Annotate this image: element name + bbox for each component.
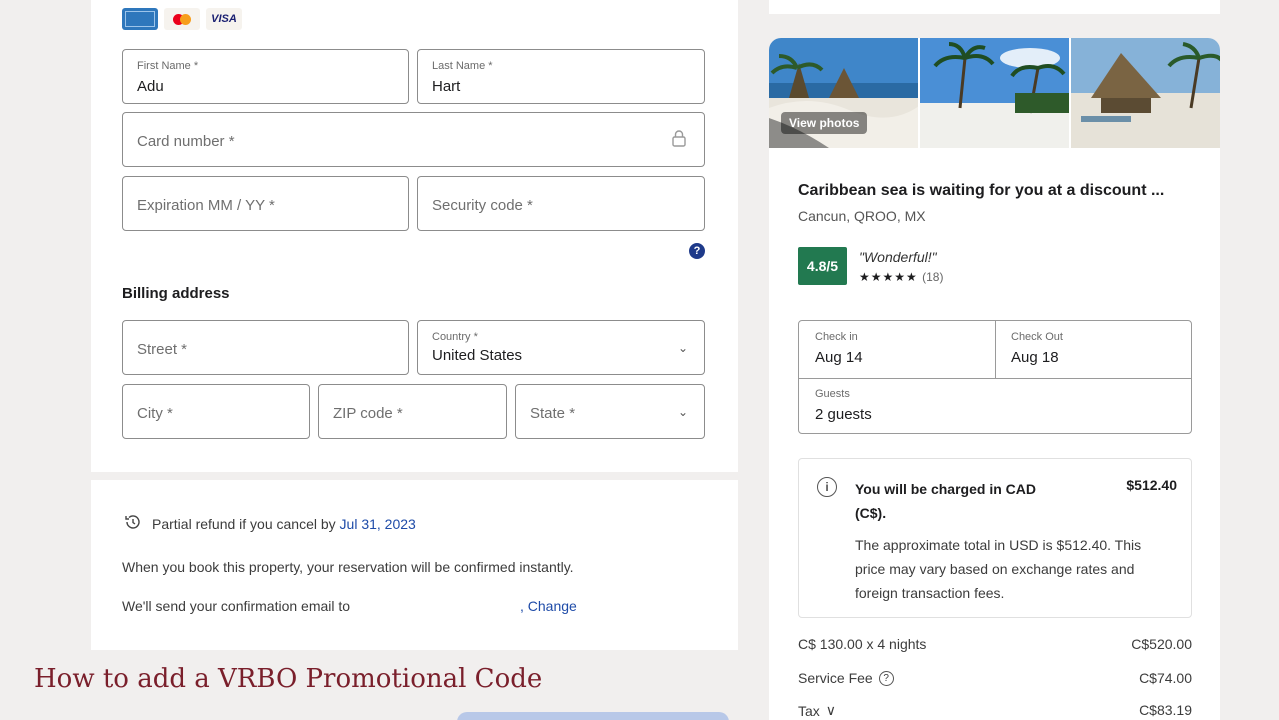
property-title[interactable]: Caribbean sea is waiting for you at a di… <box>798 182 1164 200</box>
billing-address-title: Billing address <box>122 285 230 302</box>
property-summary-card: View photos Caribbean sea is waiting for… <box>769 38 1220 720</box>
change-email-link[interactable]: , Change <box>520 598 577 614</box>
last-name-value: Hart <box>432 78 461 95</box>
check-out-value[interactable]: Aug 18 <box>1011 349 1059 366</box>
property-location: Cancun, QROO, MX <box>798 208 926 224</box>
street-field[interactable]: Street * <box>122 320 409 375</box>
book-button[interactable] <box>457 712 729 720</box>
first-name-field[interactable]: First Name * Adu <box>122 49 409 104</box>
refund-policy: Partial refund if you cancel by Jul 31, … <box>124 513 416 534</box>
rating-badge: 4.8/5 <box>798 247 847 285</box>
city-field[interactable]: City * <box>122 384 310 439</box>
check-in-value[interactable]: Aug 14 <box>815 349 863 366</box>
currency-notice-body: The approximate total in USD is $512.40.… <box>855 537 1142 601</box>
price-row-tax[interactable]: Tax ∨ C$83.19 <box>798 702 1192 719</box>
country-select[interactable]: Country * United States ⌄ <box>417 320 705 375</box>
history-icon <box>124 513 142 534</box>
top-summary-card <box>769 0 1220 14</box>
price-row-service-fee: Service Fee? C$74.00 <box>798 670 1192 686</box>
stars-icon: ★★★★★ <box>859 270 918 284</box>
accepted-cards: VISA <box>122 8 242 30</box>
price-label: Tax <box>798 702 820 719</box>
security-code-placeholder: Security code * <box>432 197 533 214</box>
currency-notice-amount: $512.40 <box>1126 477 1177 493</box>
check-out-label: Check Out <box>1011 331 1063 343</box>
photo-gallery[interactable]: View photos <box>769 38 1220 148</box>
price-value: C$520.00 <box>1131 636 1192 652</box>
price-value: C$83.19 <box>1139 702 1192 718</box>
chevron-down-icon: ⌄ <box>677 405 688 419</box>
beach-photo[interactable] <box>920 38 1069 148</box>
last-name-field[interactable]: Last Name * Hart <box>417 49 705 104</box>
zip-field[interactable]: ZIP code * <box>318 384 507 439</box>
guests-value[interactable]: 2 guests <box>815 406 872 423</box>
security-code-field[interactable]: Security code * <box>417 176 705 231</box>
help-icon[interactable]: ? <box>878 670 894 686</box>
price-row-nights: C$ 130.00 x 4 nights C$520.00 <box>798 636 1192 652</box>
chevron-down-icon: ⌄ <box>677 341 688 355</box>
expiration-placeholder: Expiration MM / YY * <box>137 197 275 214</box>
guests-label: Guests <box>815 388 850 400</box>
currency-notice-title: You will be charged in CAD (C$). <box>855 481 1036 521</box>
currency-notice: i You will be charged in CAD (C$). $512.… <box>798 458 1192 618</box>
email-text: We'll send your confirmation email to <box>122 598 351 614</box>
refund-date: Jul 31, 2023 <box>339 515 416 532</box>
watermark-caption: How to add a VRBO Promotional Code <box>34 664 543 694</box>
view-photos-button[interactable]: View photos <box>781 112 868 134</box>
last-name-label: Last Name * <box>432 60 493 72</box>
confirmation-text: When you book this property, your reserv… <box>122 559 574 575</box>
first-name-value: Adu <box>137 78 164 95</box>
country-label: Country * <box>432 331 478 343</box>
trip-details-box: Check in Aug 14 Check Out Aug 18 Guests … <box>798 320 1192 434</box>
beach-photo[interactable] <box>1071 38 1220 148</box>
state-placeholder: State * <box>530 405 576 422</box>
check-in-label: Check in <box>815 331 858 343</box>
first-name-label: First Name * <box>137 60 199 72</box>
zip-placeholder: ZIP code * <box>333 405 403 422</box>
city-placeholder: City * <box>137 405 173 422</box>
mastercard-logo-icon <box>164 8 200 30</box>
state-select[interactable]: State * ⌄ <box>515 384 705 439</box>
info-icon: i <box>817 477 837 497</box>
visa-logo-icon: VISA <box>206 8 242 30</box>
star-rating: ★★★★★ (18) <box>859 270 943 284</box>
rating-word: "Wonderful!" <box>859 249 937 265</box>
beach-photo[interactable]: View photos <box>769 38 918 148</box>
price-label: C$ 130.00 x 4 nights <box>798 636 927 652</box>
security-code-help-icon[interactable]: ? <box>689 243 705 259</box>
card-number-field[interactable]: Card number * <box>122 112 705 167</box>
chevron-down-icon[interactable]: ∨ <box>826 702 836 719</box>
refund-text: Partial refund if you cancel by <box>152 515 336 532</box>
review-count[interactable]: (18) <box>922 270 943 284</box>
lock-icon <box>672 129 686 152</box>
country-value: United States <box>432 347 523 364</box>
card-number-placeholder: Card number * <box>137 133 235 150</box>
amex-logo-icon <box>122 8 158 30</box>
street-placeholder: Street * <box>137 341 188 358</box>
expiration-field[interactable]: Expiration MM / YY * <box>122 176 409 231</box>
divider <box>799 378 1191 379</box>
divider <box>995 321 996 378</box>
price-label: Service Fee <box>798 670 873 686</box>
price-value: C$74.00 <box>1139 670 1192 686</box>
